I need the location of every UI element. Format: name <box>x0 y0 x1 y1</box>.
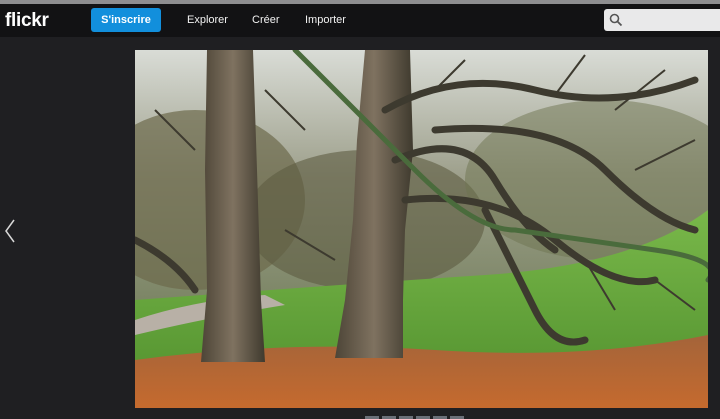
nav-link-explorer[interactable]: Explorer <box>187 14 228 26</box>
main-photo[interactable] <box>135 50 708 408</box>
search-input[interactable] <box>604 9 720 31</box>
top-navbar: flickr S'inscrire Explorer Créer Importe… <box>0 4 720 37</box>
nav-link-importer[interactable]: Importer <box>305 14 346 26</box>
flickr-logo[interactable]: flickr <box>5 10 49 32</box>
signup-button[interactable]: S'inscrire <box>91 8 161 32</box>
nav-link-creer[interactable]: Créer <box>252 14 280 26</box>
previous-arrow-icon[interactable] <box>3 218 17 244</box>
search-icon <box>609 13 623 27</box>
photo-image <box>135 50 708 408</box>
